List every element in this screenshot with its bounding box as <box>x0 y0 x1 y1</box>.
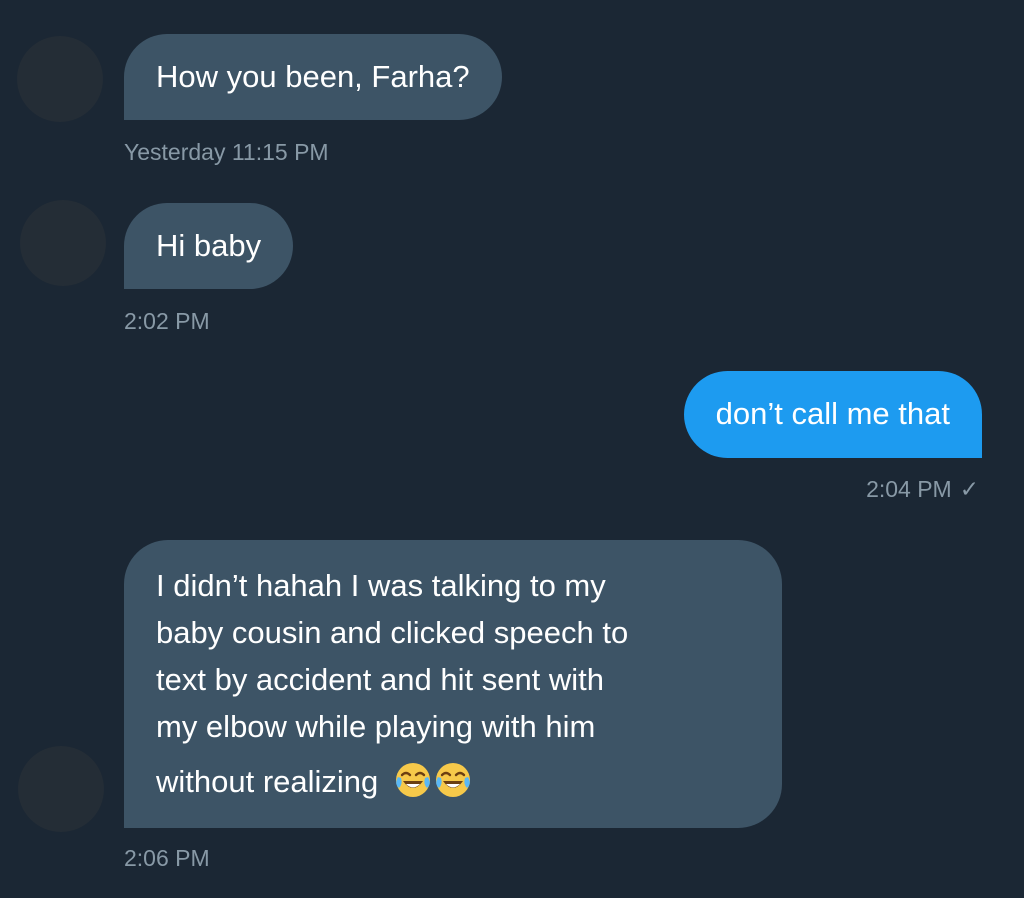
message-timestamp: 2:06 PM <box>124 845 210 871</box>
message-text-line-with-emoji: without realizing <box>156 758 750 805</box>
message-bubble-incoming[interactable]: I didn’t hahah I was talking to my baby … <box>124 540 782 828</box>
message-text-line: text by accident and hit sent with <box>156 662 605 697</box>
avatar[interactable] <box>20 200 106 286</box>
sent-check-icon: ✓ <box>959 476 979 502</box>
face-with-tears-of-joy-icon <box>435 763 470 797</box>
message-timestamp: Yesterday 11:15 PM <box>124 139 329 165</box>
message-text: How you been, Farha? <box>156 59 470 94</box>
message-bubble-incoming[interactable]: How you been, Farha? <box>124 34 502 120</box>
message-timestamp: 2:04 PM <box>866 476 952 502</box>
message-timestamp: 2:02 PM <box>124 308 210 334</box>
message-timestamp-row: 2:04 PM ✓ <box>866 475 979 503</box>
avatar[interactable] <box>18 746 104 832</box>
message-text-line: my elbow while playing with him <box>156 709 596 744</box>
message-text: Hi baby <box>156 228 262 263</box>
message-text: don’t call me that <box>715 396 950 431</box>
message-bubble-outgoing[interactable]: don’t call me that <box>683 371 982 458</box>
avatar[interactable] <box>17 36 103 122</box>
message-text-line: without realizing <box>156 764 379 799</box>
message-bubble-incoming[interactable]: Hi baby <box>124 203 294 289</box>
message-text-line: I didn’t hahah I was talking to my <box>156 568 606 603</box>
message-text-line: baby cousin and clicked speech to <box>156 615 629 650</box>
face-with-tears-of-joy-icon <box>395 763 430 797</box>
